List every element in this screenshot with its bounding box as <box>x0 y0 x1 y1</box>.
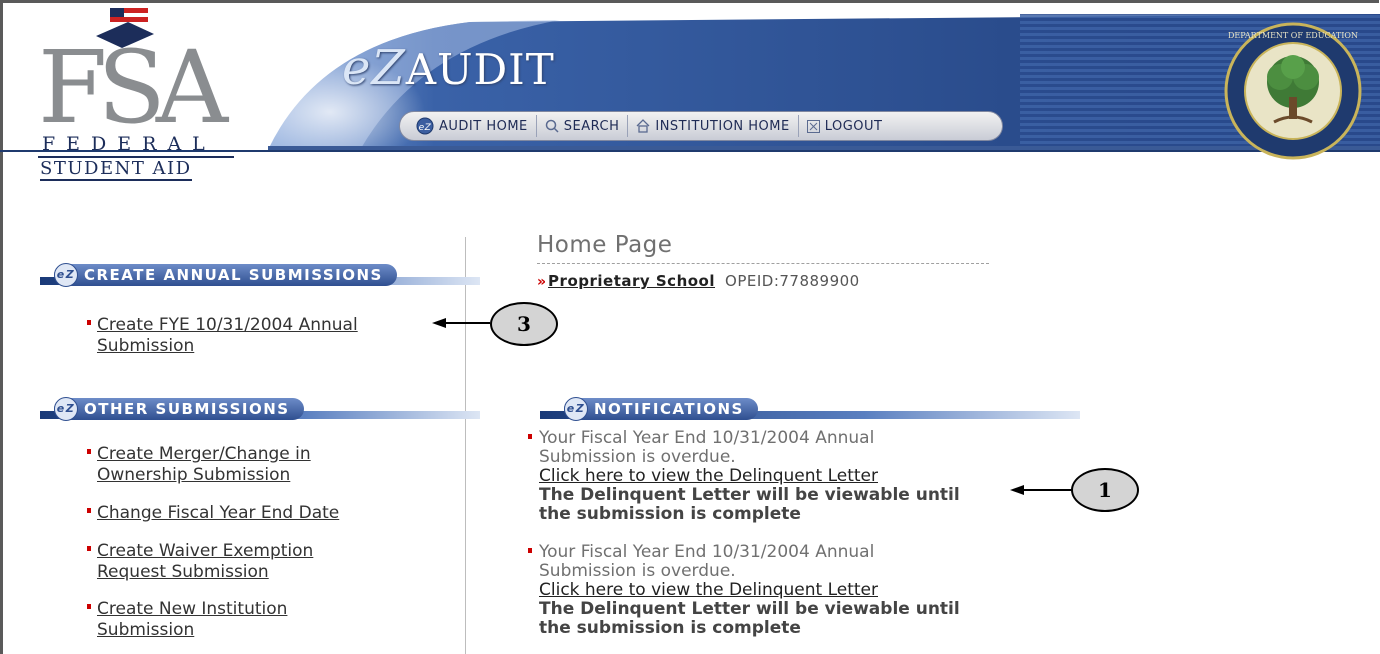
arrowhead-icon <box>1010 485 1024 495</box>
callout-marker-3: 3 <box>490 302 558 346</box>
arrowhead-icon <box>432 318 446 328</box>
callout-arrows <box>432 318 1072 495</box>
callout-marker-1: 1 <box>1071 468 1139 512</box>
